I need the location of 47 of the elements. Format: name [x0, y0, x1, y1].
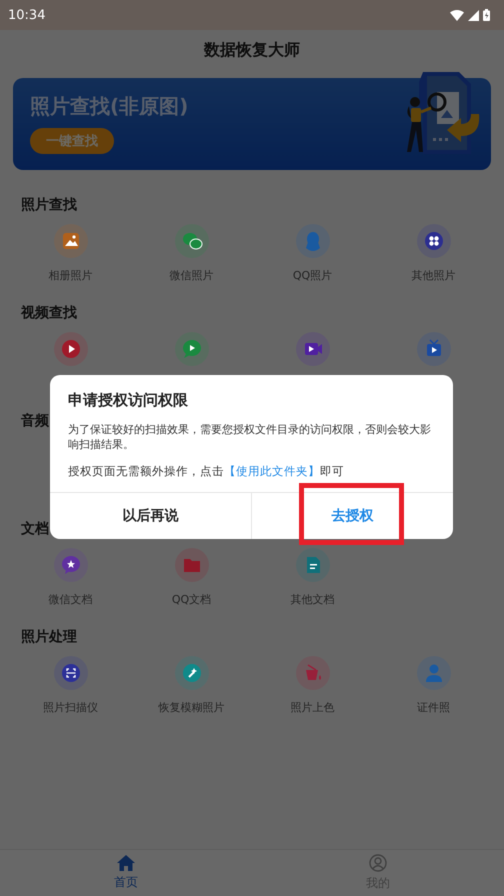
play-icon[interactable]	[54, 332, 88, 366]
folder-link[interactable]: 【使用此文件夹】	[224, 464, 320, 478]
person-circle-icon	[369, 854, 387, 872]
signal-icon	[468, 10, 479, 20]
item-label[interactable]: 证件照	[417, 700, 450, 715]
item-label[interactable]: 照片上色	[290, 700, 334, 715]
star-chat-icon[interactable]	[54, 548, 88, 582]
person-icon[interactable]	[416, 656, 450, 690]
picture-icon[interactable]	[54, 224, 88, 258]
wifi-icon	[450, 10, 464, 20]
chat-bubbles-icon[interactable]	[174, 224, 208, 258]
nav-tab[interactable]: 首页	[0, 850, 252, 896]
section-title: 照片处理	[21, 628, 77, 647]
item-label[interactable]: 微信文档	[48, 592, 92, 607]
item-label[interactable]: 微信照片	[170, 268, 214, 283]
paint-bucket-icon[interactable]	[296, 656, 330, 690]
dialog-message: 为了保证较好的扫描效果，需要您授权文件目录的访问权限，否则会较大影响扫描结果。	[67, 422, 432, 452]
section-title: 视频查找	[21, 304, 77, 323]
chat-play-icon[interactable]	[174, 332, 208, 366]
item-label[interactable]: 其他照片	[412, 268, 456, 283]
video-camera-icon[interactable]	[296, 332, 330, 366]
section-title: 照片查找	[21, 196, 77, 215]
status-time: 10:34	[8, 8, 46, 22]
item-label[interactable]: 相册照片	[48, 268, 92, 283]
home-icon	[117, 855, 135, 871]
battery-icon	[483, 9, 490, 21]
section-title: 音频	[21, 412, 49, 431]
item-label[interactable]: 恢复模糊照片	[158, 700, 224, 715]
app-title: 数据恢复大师	[204, 40, 300, 60]
item-label[interactable]: 其他文档	[290, 592, 334, 607]
authorize-button[interactable]: 去授权	[252, 493, 453, 539]
dialog-hint: 授权页面无需额外操作，点击【使用此文件夹】即可	[67, 463, 345, 479]
section-title: 文档	[21, 520, 49, 539]
item-label[interactable]: QQ文档	[172, 592, 212, 607]
document-icon[interactable]	[296, 548, 330, 582]
folder-icon[interactable]	[174, 548, 208, 582]
magic-wand-icon[interactable]	[174, 656, 208, 690]
dialog-title: 申请授权访问权限	[67, 390, 189, 410]
search-button[interactable]: 一键查找	[30, 128, 114, 154]
scan-icon[interactable]	[54, 656, 88, 690]
item-label[interactable]: 照片扫描仪	[43, 700, 98, 715]
tv-icon[interactable]	[416, 332, 450, 366]
banner-title: 照片查找(非原图)	[30, 93, 188, 120]
grid-icon[interactable]	[416, 224, 450, 258]
later-button[interactable]: 以后再说	[50, 493, 251, 539]
item-label[interactable]: QQ照片	[292, 268, 332, 283]
penguin-icon[interactable]	[296, 224, 330, 258]
